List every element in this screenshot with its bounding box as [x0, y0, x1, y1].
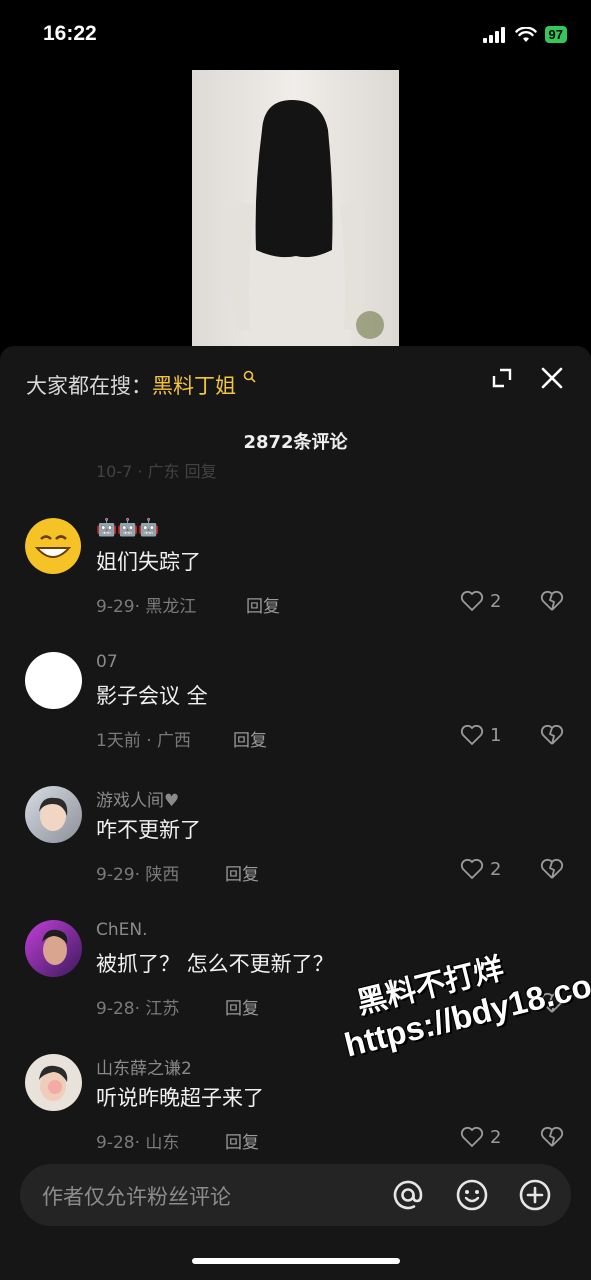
- search-suggestion[interactable]: 大家都在搜：黑料丁姐: [26, 370, 256, 400]
- like-button[interactable]: 2: [460, 1126, 501, 1148]
- faded-comment-meta: 10-7 · 广东 回复: [96, 462, 217, 481]
- avatar[interactable]: [25, 1054, 82, 1111]
- broken-heart-icon[interactable]: [540, 590, 564, 612]
- comment-meta: 9-28· 江苏: [96, 999, 180, 1019]
- reply-button[interactable]: 回复: [233, 726, 267, 751]
- comment-input-bar[interactable]: 作者仅允许粉丝评论: [20, 1164, 571, 1226]
- emoji-avatar-image: [25, 518, 81, 574]
- like-count: 2: [490, 590, 502, 612]
- avatar[interactable]: [25, 652, 82, 709]
- comment-item: 山东薛之谦2 听说昨晚超子来了 9-28· 山东 回复 2: [0, 1054, 591, 1150]
- battery-level: 97: [544, 26, 567, 43]
- comment-item: 游戏人间♥ 咋不更新了 9-29· 陕西 回复 2: [0, 786, 591, 906]
- like-button[interactable]: 2: [460, 590, 501, 612]
- comment-text: 被抓了？ 怎么不更新了？: [96, 952, 334, 976]
- comment-text: 姐们失踪了: [96, 550, 201, 574]
- comment-username[interactable]: 07: [96, 652, 118, 672]
- comment-list[interactable]: 10-7 · 广东 回复 🤖🤖🤖 姐们失踪了 9-29· 黑龙江 回复 2 07…: [0, 460, 591, 1150]
- comment-text: 影子会议 全: [96, 684, 208, 708]
- comment-meta: 9-29· 黑龙江: [96, 597, 197, 617]
- user-photo-avatar: [39, 1065, 68, 1101]
- reply-button[interactable]: 回复: [225, 1128, 259, 1150]
- user-photo-avatar: [39, 797, 68, 831]
- search-keyword[interactable]: 黑料丁姐: [152, 374, 236, 398]
- reply-button[interactable]: 回复: [225, 860, 259, 885]
- comment-item: 🤖🤖🤖 姐们失踪了 9-29· 黑龙江 回复 2: [0, 518, 591, 638]
- comment-text: 咋不更新了: [96, 818, 201, 842]
- like-button[interactable]: 2: [460, 858, 501, 880]
- search-icon: [243, 370, 256, 383]
- broken-heart-icon[interactable]: [540, 1126, 564, 1148]
- comment-username[interactable]: ChEN.: [96, 920, 148, 940]
- status-bar: 16:22 97: [0, 0, 591, 70]
- heart-icon: [460, 858, 484, 880]
- comment-meta: 1天前 · 广西: [96, 731, 192, 751]
- comment-meta: 9-29· 陕西: [96, 865, 180, 885]
- video-frame-image: [192, 70, 399, 346]
- broken-heart-icon[interactable]: [540, 858, 564, 880]
- add-icon[interactable]: [517, 1177, 553, 1213]
- video-preview[interactable]: [192, 70, 399, 346]
- heart-icon: [460, 1126, 484, 1148]
- heart-icon: [460, 724, 484, 746]
- heart-icon: [460, 590, 484, 612]
- comment-username[interactable]: 🤖🤖🤖: [96, 518, 160, 538]
- reply-button[interactable]: 回复: [225, 994, 259, 1019]
- cellular-signal-icon: [482, 26, 505, 43]
- emoji-icon[interactable]: [454, 1177, 490, 1213]
- wifi-icon: [514, 26, 537, 42]
- comment-username[interactable]: 游戏人间♥: [96, 786, 179, 811]
- broken-heart-icon[interactable]: [540, 724, 564, 746]
- comment-input-placeholder[interactable]: 作者仅允许粉丝评论: [42, 1181, 231, 1211]
- comment-meta: 9-28· 山东: [96, 1133, 180, 1150]
- like-count: 1: [490, 724, 502, 746]
- expand-icon[interactable]: [488, 364, 516, 392]
- avatar[interactable]: [25, 518, 82, 575]
- close-icon[interactable]: [538, 364, 566, 392]
- like-count: 2: [490, 858, 502, 880]
- comment-item: 07 影子会议 全 1天前 · 广西 回复 1: [0, 652, 591, 772]
- like-count: 2: [490, 1126, 502, 1148]
- comment-count: 2872条评论: [243, 432, 348, 453]
- user-photo-avatar: [42, 929, 68, 965]
- status-time: 16:22: [43, 22, 97, 45]
- mention-icon[interactable]: [390, 1177, 426, 1213]
- like-button[interactable]: 1: [460, 724, 501, 746]
- home-indicator[interactable]: [192, 1258, 400, 1264]
- comment-text: 听说昨晚超子来了: [96, 1086, 264, 1110]
- comment-sheet: 大家都在搜：黑料丁姐 2872条评论 10-7 · 广东 回复 🤖🤖🤖 姐们失踪…: [0, 346, 591, 1280]
- avatar[interactable]: [25, 786, 82, 843]
- avatar[interactable]: [25, 920, 82, 977]
- comment-username[interactable]: 山东薛之谦2: [96, 1054, 192, 1079]
- search-prefix: 大家都在搜：: [26, 374, 152, 398]
- status-icons: 97: [482, 26, 567, 43]
- reply-button[interactable]: 回复: [246, 592, 280, 617]
